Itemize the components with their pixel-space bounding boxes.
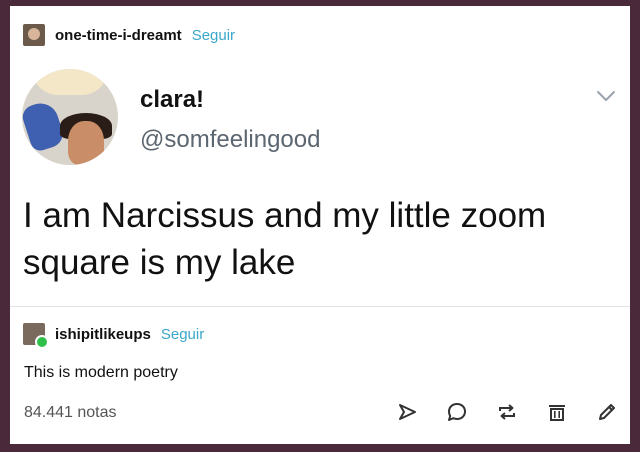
chevron-down-icon[interactable] <box>596 88 616 104</box>
follow-button[interactable]: Seguir <box>192 27 235 44</box>
reblog-icon[interactable] <box>496 401 518 423</box>
queue-icon[interactable] <box>546 401 568 423</box>
tweet-handle: @somfeelingood <box>140 126 321 153</box>
post-actions <box>396 400 618 424</box>
tweet-avatar <box>22 69 118 165</box>
notes-count[interactable]: 84.441 notas <box>24 404 117 422</box>
edit-icon[interactable] <box>596 401 618 423</box>
reblog-header: ishipitlikeups Seguir <box>23 322 204 349</box>
reply-icon[interactable] <box>446 401 468 423</box>
blog-avatar[interactable] <box>23 24 45 46</box>
reblog-badge-icon <box>35 335 49 349</box>
post-header: one-time-i-dreamt Seguir <box>23 23 235 47</box>
blog-username[interactable]: one-time-i-dreamt <box>55 27 182 44</box>
tweet-text: I am Narcissus and my little zoom square… <box>23 196 547 282</box>
share-icon[interactable] <box>396 401 418 423</box>
tweet-display-name: clara! <box>140 86 205 113</box>
reblog-username[interactable]: ishipitlikeups <box>55 326 151 343</box>
reblog-avatar[interactable] <box>23 323 49 349</box>
reblog-follow-button[interactable]: Seguir <box>161 326 204 343</box>
reblog-text: This is modern poetry <box>24 364 178 381</box>
post-card: one-time-i-dreamt Seguir clara! @somfeel… <box>10 6 630 444</box>
divider <box>10 306 630 307</box>
